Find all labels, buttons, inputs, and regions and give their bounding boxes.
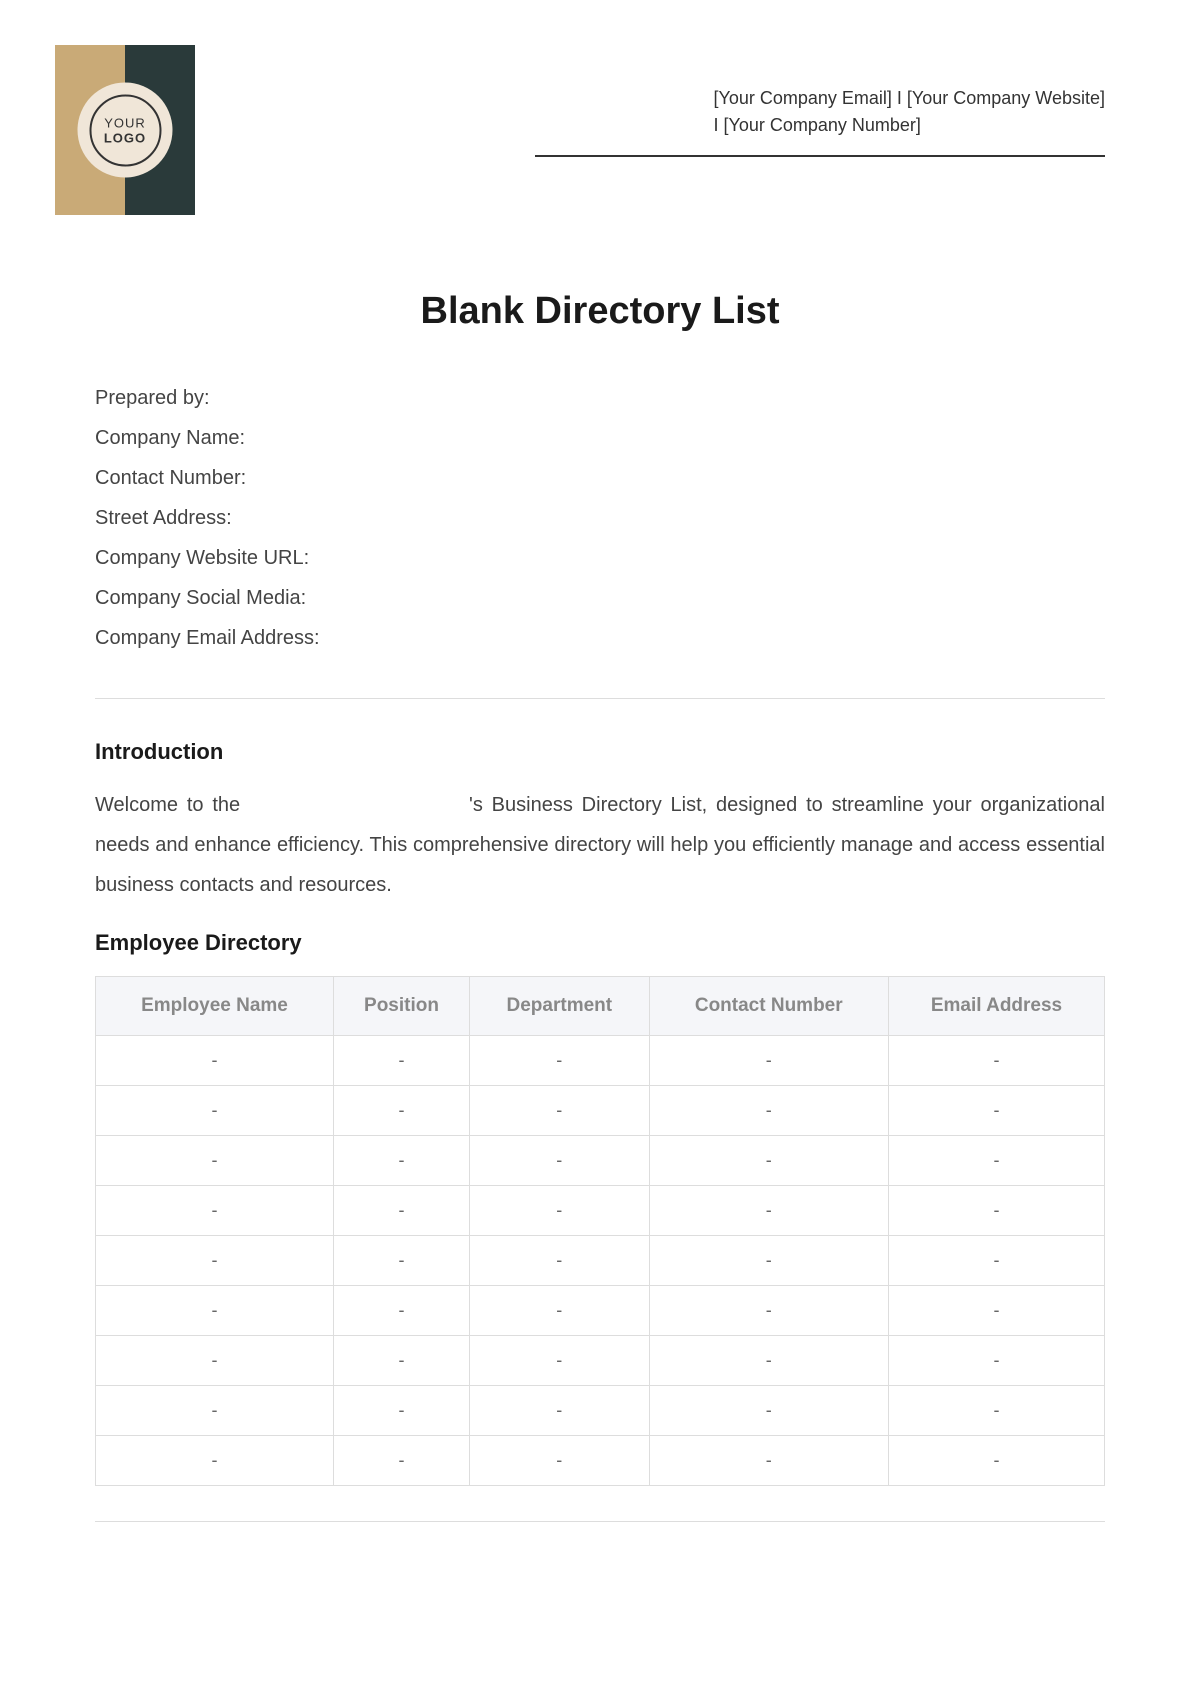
- table-cell: -: [470, 1286, 650, 1336]
- table-cell: -: [470, 1186, 650, 1236]
- table-row: -----: [96, 1036, 1105, 1086]
- col-contact-number: Contact Number: [649, 977, 888, 1036]
- logo-text-top: YOUR: [104, 115, 146, 130]
- field-contact-number: Contact Number:: [95, 458, 1105, 498]
- table-cell: -: [888, 1336, 1104, 1386]
- table-cell: -: [333, 1136, 469, 1186]
- section-divider: [95, 698, 1105, 699]
- table-cell: -: [333, 1086, 469, 1136]
- table-cell: -: [96, 1236, 334, 1286]
- table-cell: -: [333, 1036, 469, 1086]
- table-row: -----: [96, 1086, 1105, 1136]
- table-cell: -: [470, 1336, 650, 1386]
- table-cell: -: [649, 1436, 888, 1486]
- table-cell: -: [649, 1236, 888, 1286]
- table-cell: -: [888, 1286, 1104, 1336]
- col-employee-name: Employee Name: [96, 977, 334, 1036]
- field-street-address: Street Address:: [95, 498, 1105, 538]
- table-cell: -: [649, 1086, 888, 1136]
- table-row: -----: [96, 1136, 1105, 1186]
- table-cell: -: [649, 1186, 888, 1236]
- table-cell: -: [333, 1386, 469, 1436]
- table-cell: -: [96, 1186, 334, 1236]
- table-cell: -: [649, 1336, 888, 1386]
- intro-text-pre: Welcome to the: [95, 794, 249, 816]
- field-company-name: Company Name:: [95, 418, 1105, 458]
- table-cell: -: [333, 1436, 469, 1486]
- col-email-address: Email Address: [888, 977, 1104, 1036]
- employee-directory-heading: Employee Directory: [95, 930, 1105, 956]
- logo-circle-inner: YOUR LOGO: [89, 94, 161, 166]
- col-department: Department: [470, 977, 650, 1036]
- table-cell: -: [649, 1386, 888, 1436]
- header-divider: [535, 155, 1105, 157]
- header-company-info: [Your Company Email] I [Your Company Web…: [713, 85, 1105, 139]
- company-info-fields: Prepared by: Company Name: Contact Numbe…: [95, 378, 1105, 658]
- table-row: -----: [96, 1236, 1105, 1286]
- header-line-2: I [Your Company Number]: [713, 112, 1105, 139]
- table-cell: -: [649, 1036, 888, 1086]
- table-row: -----: [96, 1436, 1105, 1486]
- table-cell: -: [888, 1136, 1104, 1186]
- header-line-1: [Your Company Email] I [Your Company Web…: [713, 85, 1105, 112]
- bottom-divider: [95, 1521, 1105, 1522]
- table-cell: -: [649, 1286, 888, 1336]
- table-cell: -: [888, 1386, 1104, 1436]
- field-website-url: Company Website URL:: [95, 538, 1105, 578]
- table-cell: -: [470, 1086, 650, 1136]
- table-cell: -: [888, 1436, 1104, 1486]
- logo-placeholder: YOUR LOGO: [55, 45, 195, 215]
- field-email-address: Company Email Address:: [95, 618, 1105, 658]
- table-cell: -: [888, 1186, 1104, 1236]
- table-cell: -: [96, 1386, 334, 1436]
- table-cell: -: [96, 1336, 334, 1386]
- employee-directory-table: Employee Name Position Department Contac…: [95, 976, 1105, 1486]
- table-cell: -: [470, 1236, 650, 1286]
- table-header-row: Employee Name Position Department Contac…: [96, 977, 1105, 1036]
- table-cell: -: [333, 1286, 469, 1336]
- field-prepared-by: Prepared by:: [95, 378, 1105, 418]
- table-cell: -: [333, 1236, 469, 1286]
- table-cell: -: [96, 1436, 334, 1486]
- table-cell: -: [96, 1286, 334, 1336]
- page-title: Blank Directory List: [95, 290, 1105, 333]
- table-cell: -: [96, 1086, 334, 1136]
- intro-heading: Introduction: [95, 739, 1105, 765]
- table-cell: -: [470, 1036, 650, 1086]
- intro-paragraph: Welcome to the 's Business Directory Lis…: [95, 785, 1105, 905]
- table-cell: -: [888, 1036, 1104, 1086]
- field-social-media: Company Social Media:: [95, 578, 1105, 618]
- logo-circle: YOUR LOGO: [78, 83, 173, 178]
- table-cell: -: [888, 1236, 1104, 1286]
- table-cell: -: [470, 1436, 650, 1486]
- table-cell: -: [96, 1036, 334, 1086]
- col-position: Position: [333, 977, 469, 1036]
- table-cell: -: [96, 1136, 334, 1186]
- logo-text-bottom: LOGO: [104, 130, 146, 145]
- table-cell: -: [649, 1136, 888, 1186]
- table-row: -----: [96, 1386, 1105, 1436]
- table-cell: -: [333, 1186, 469, 1236]
- table-row: -----: [96, 1336, 1105, 1386]
- table-row: -----: [96, 1286, 1105, 1336]
- table-cell: -: [470, 1386, 650, 1436]
- table-cell: -: [888, 1086, 1104, 1136]
- table-cell: -: [333, 1336, 469, 1386]
- table-row: -----: [96, 1186, 1105, 1236]
- table-cell: -: [470, 1136, 650, 1186]
